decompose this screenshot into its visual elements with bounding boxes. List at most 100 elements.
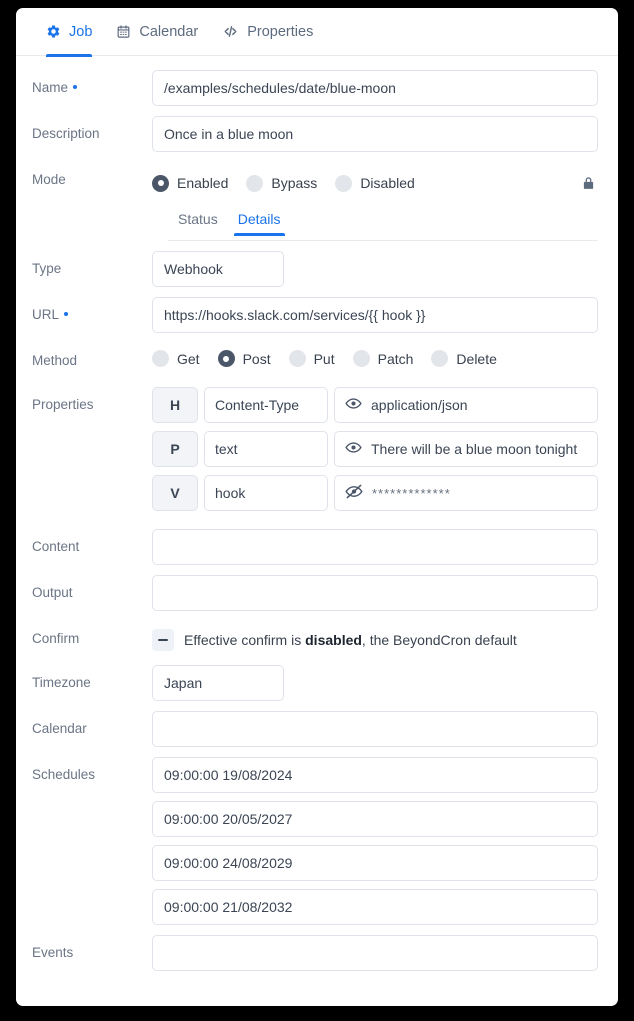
method-option-post[interactable]: Post — [217, 350, 271, 367]
property-value-input[interactable]: There will be a blue moon tonight — [334, 431, 598, 467]
eye-icon[interactable] — [345, 441, 362, 457]
property-value-text: There will be a blue moon tonight — [371, 441, 578, 457]
property-row: H Content-Type application/json — [152, 387, 598, 423]
radio-dot — [152, 350, 169, 367]
tab-job-label: Job — [69, 23, 93, 40]
method-option-get[interactable]: Get — [152, 350, 200, 367]
confirm-text-after: , the BeyondCron default — [361, 632, 517, 648]
property-type-tag[interactable]: V — [152, 475, 198, 511]
confirm-text-strong: disabled — [305, 632, 362, 648]
label-output: Output — [32, 585, 73, 600]
schedules-list: 09:00:00 19/08/2024 09:00:00 20/05/2027 … — [152, 757, 598, 925]
radio-dot — [335, 174, 353, 192]
sub-tab-bar: Status Details — [32, 207, 598, 241]
url-input[interactable]: https://hooks.slack.com/services/{{ hook… — [152, 297, 598, 333]
label-confirm: Confirm — [32, 631, 80, 646]
label-description: Description — [32, 126, 100, 141]
method-option-patch-label: Patch — [377, 350, 414, 367]
method-option-put[interactable]: Put — [288, 350, 335, 367]
properties-list: H Content-Type application/json P text T… — [152, 387, 598, 519]
method-option-delete[interactable]: Delete — [431, 350, 497, 367]
confirm-status: Effective confirm is disabled, the Beyon… — [152, 621, 598, 651]
mode-option-disabled-label: Disabled — [360, 175, 415, 191]
lock-icon[interactable] — [581, 169, 598, 197]
label-content: Content — [32, 539, 80, 554]
property-key-input[interactable]: text — [204, 431, 328, 467]
minus-icon[interactable] — [152, 629, 174, 651]
tab-properties[interactable]: Properties — [210, 8, 325, 56]
property-value-input[interactable]: ************* — [334, 475, 598, 511]
mode-option-bypass-label: Bypass — [271, 175, 318, 191]
property-key-input[interactable]: Content-Type — [204, 387, 328, 423]
required-marker — [64, 312, 69, 317]
label-timezone: Timezone — [32, 675, 91, 690]
property-row: V hook ************* — [152, 475, 598, 511]
radio-dot — [152, 174, 169, 192]
property-type-tag[interactable]: P — [152, 431, 198, 467]
label-name: Name — [32, 70, 152, 95]
required-marker — [73, 85, 78, 90]
mode-option-disabled[interactable]: Disabled — [335, 174, 415, 192]
method-option-put-label: Put — [313, 350, 335, 367]
property-value-input[interactable]: application/json — [334, 387, 598, 423]
radio-dot — [431, 350, 449, 367]
subtab-details[interactable]: Details — [228, 212, 291, 236]
label-properties: Properties — [32, 397, 94, 412]
radio-dot — [246, 174, 264, 192]
calendar-icon — [116, 24, 131, 39]
calendar-input[interactable] — [152, 711, 598, 747]
content-input[interactable] — [152, 529, 598, 565]
tab-calendar[interactable]: Calendar — [104, 8, 210, 56]
main-tab-bar: Job Calendar Properties — [16, 8, 618, 57]
field-row-confirm: Confirm Effective confirm is disabled, t… — [32, 621, 598, 655]
label-mode: Mode — [32, 172, 66, 187]
property-key-input[interactable]: hook — [204, 475, 328, 511]
property-value-masked: ************* — [372, 485, 451, 501]
property-row: P text There will be a blue moon tonight — [152, 431, 598, 467]
description-input[interactable]: Once in a blue moon — [152, 116, 598, 152]
eye-icon[interactable] — [345, 397, 362, 413]
field-row-events: Events — [32, 935, 598, 971]
field-row-name: Name /examples/schedules/date/blue-moon — [32, 70, 598, 106]
property-value-text: application/json — [371, 397, 468, 413]
schedule-input[interactable]: 09:00:00 24/08/2029 — [152, 845, 598, 881]
mode-option-bypass[interactable]: Bypass — [246, 174, 318, 192]
radio-dot — [288, 350, 306, 367]
name-input[interactable]: /examples/schedules/date/blue-moon — [152, 70, 598, 106]
type-input[interactable]: Webhook — [152, 251, 284, 287]
timezone-input[interactable]: Japan — [152, 665, 284, 701]
field-row-description: Description Once in a blue moon — [32, 116, 598, 152]
method-option-patch[interactable]: Patch — [352, 350, 414, 367]
mode-option-enabled[interactable]: Enabled — [152, 174, 229, 192]
schedule-input[interactable]: 09:00:00 19/08/2024 — [152, 757, 598, 793]
method-option-post-label: Post — [242, 350, 271, 367]
radio-dot — [352, 350, 370, 367]
code-icon — [222, 24, 239, 39]
method-option-delete-label: Delete — [456, 350, 497, 367]
radio-dot — [217, 350, 235, 367]
subtab-status[interactable]: Status — [168, 212, 228, 235]
output-input[interactable] — [152, 575, 598, 611]
label-schedules: Schedules — [32, 767, 96, 782]
field-row-calendar: Calendar — [32, 711, 598, 747]
property-type-tag[interactable]: H — [152, 387, 198, 423]
events-input[interactable] — [152, 935, 598, 971]
schedule-input[interactable]: 09:00:00 21/08/2032 — [152, 889, 598, 925]
method-option-get-label: Get — [177, 350, 200, 367]
label-type: Type — [32, 261, 62, 276]
label-method: Method — [32, 353, 78, 368]
label-events: Events — [32, 945, 74, 960]
field-row-method: Method Get Post Put Patch Delete — [32, 343, 598, 377]
field-row-timezone: Timezone Japan — [32, 665, 598, 701]
confirm-text-before: Effective confirm is — [184, 632, 306, 648]
tab-job[interactable]: Job — [34, 8, 104, 57]
mode-option-enabled-label: Enabled — [177, 175, 229, 191]
eye-off-icon[interactable] — [345, 484, 363, 502]
field-row-url: URL https://hooks.slack.com/services/{{ … — [32, 297, 598, 333]
field-row-mode: Mode Enabled Bypass Disabled — [32, 162, 598, 197]
job-detail-card: Job Calendar Properties Name /examples/s… — [16, 8, 618, 1006]
confirm-status-text: Effective confirm is disabled, the Beyon… — [184, 632, 517, 648]
schedule-input[interactable]: 09:00:00 20/05/2027 — [152, 801, 598, 837]
field-row-schedules: Schedules 09:00:00 19/08/2024 09:00:00 2… — [32, 757, 598, 925]
tab-properties-label: Properties — [247, 23, 314, 40]
